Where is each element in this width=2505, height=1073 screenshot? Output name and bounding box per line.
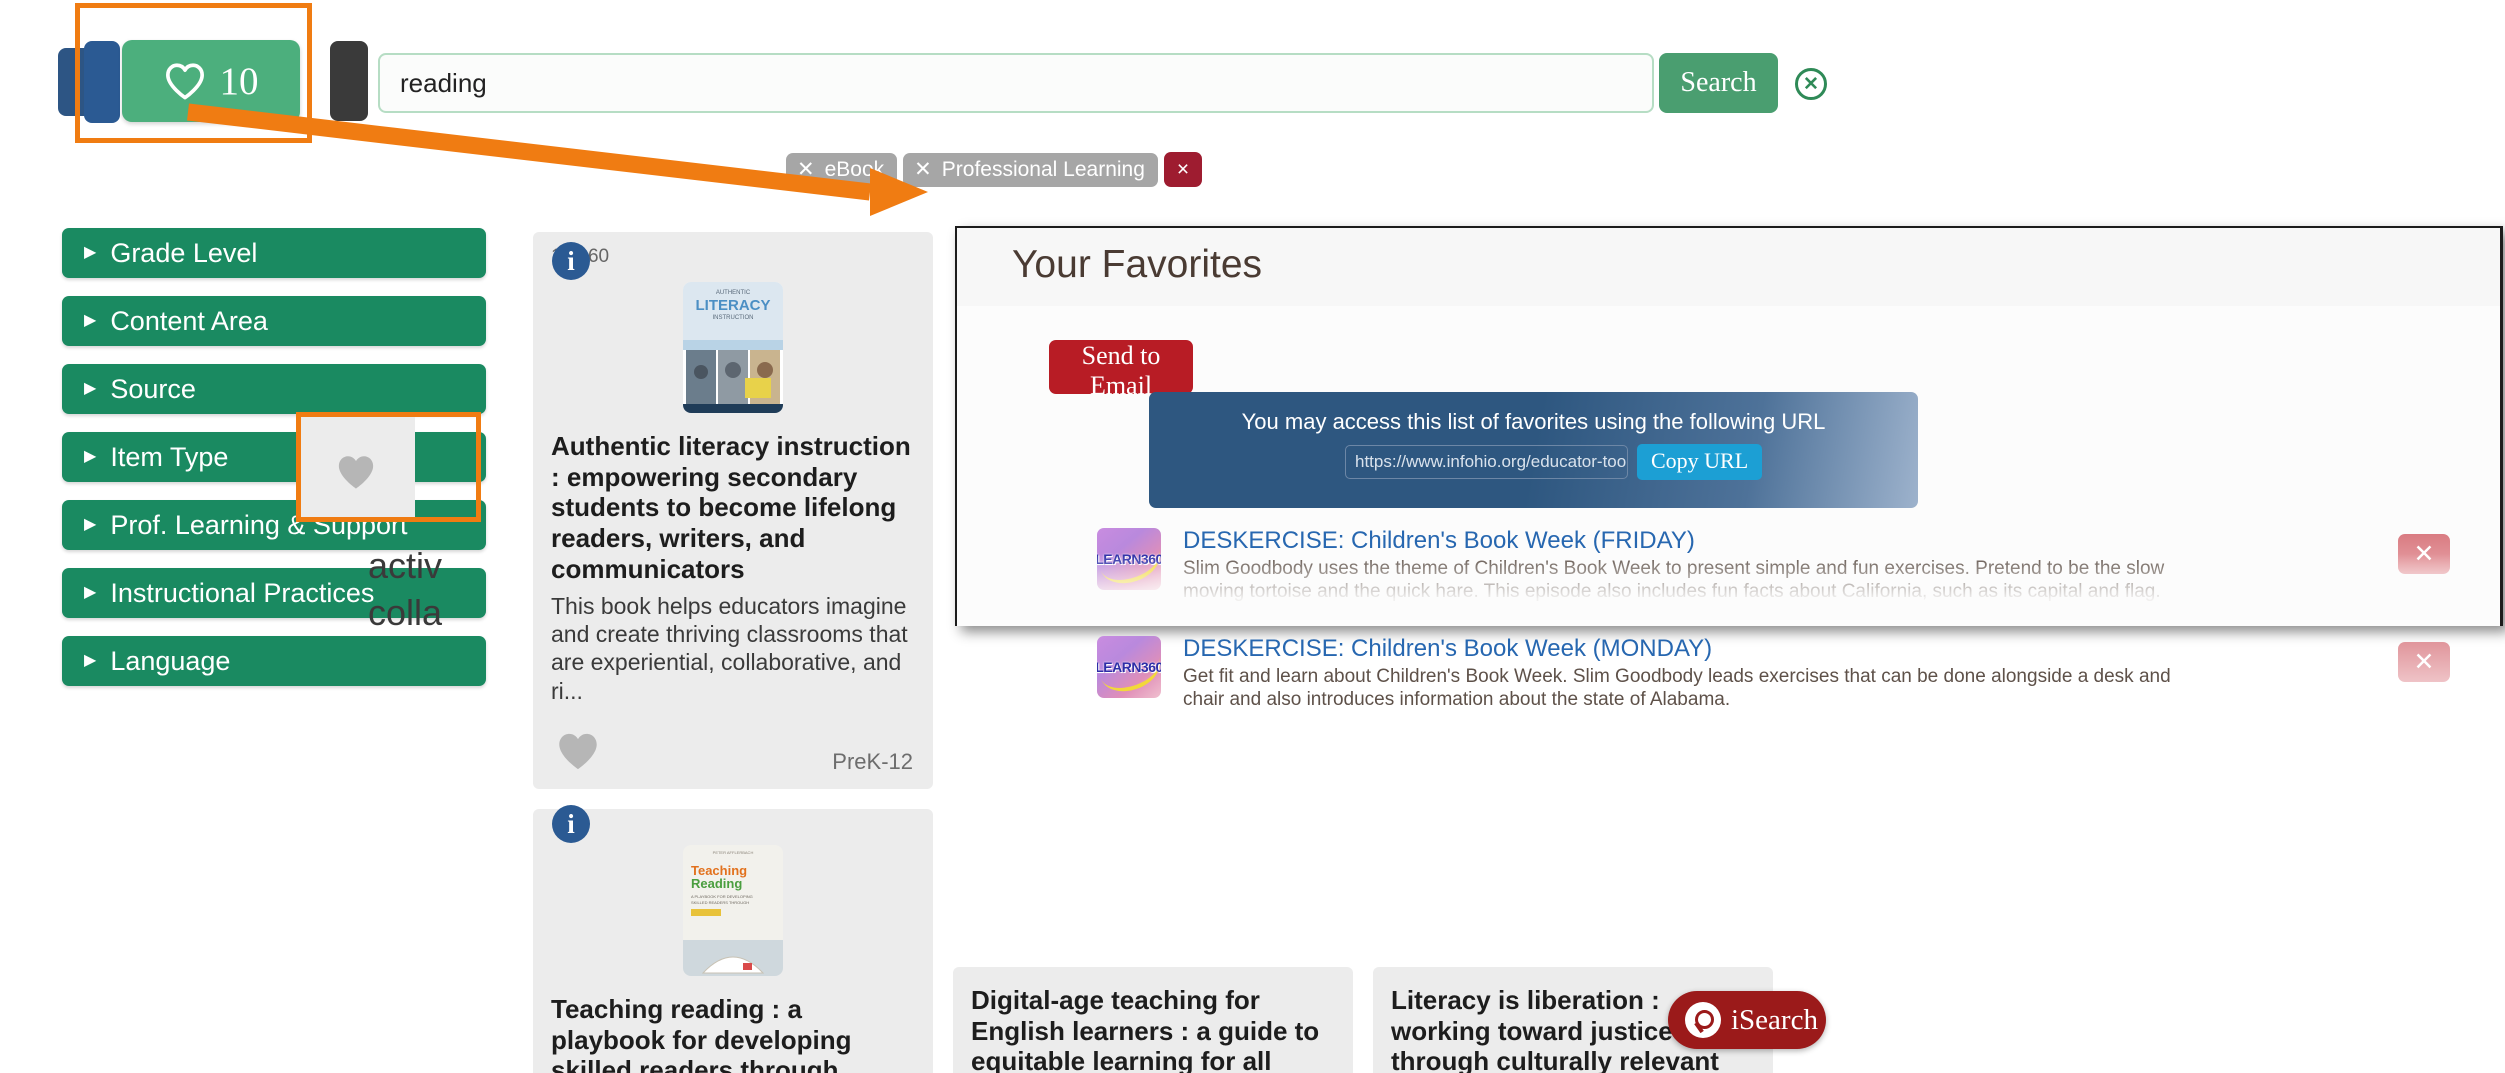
svg-text:SKILLED READERS THROUGH: SKILLED READERS THROUGH	[691, 900, 749, 905]
clear-all-filters-button[interactable]: ×	[1163, 152, 1203, 187]
facet-language[interactable]: ▶ Language	[62, 636, 486, 686]
share-url-row: https://www.infohio.org/educator-tools/?…	[1345, 444, 1763, 480]
result-title[interactable]: Teaching reading : a playbook for develo…	[551, 994, 915, 1073]
result-position: 1 of 60	[551, 246, 610, 267]
share-url-note: You may access this list of favorites us…	[1241, 409, 1826, 434]
facet-label: Content Area	[110, 305, 268, 336]
result-info-icon[interactable]: i	[552, 242, 590, 280]
facet-label: Language	[110, 645, 231, 676]
zoom-overlay-heart-icon[interactable]	[335, 452, 377, 497]
modal-header: Your Favorites	[957, 228, 2500, 306]
svg-text:A PLAYBOOK FOR DEVELOPING: A PLAYBOOK FOR DEVELOPING	[691, 894, 753, 899]
result-title[interactable]: Authentic literacy instruction : empower…	[551, 431, 915, 584]
favorites-modal: Your Favorites Send to Email You may acc…	[955, 226, 2503, 710]
isearch-label: iSearch	[1731, 1003, 1818, 1036]
svg-text:Reading: Reading	[691, 876, 742, 891]
side-tab-blue-inner[interactable]	[84, 41, 120, 123]
facet-item-type[interactable]: ▶ Item Type	[62, 432, 486, 482]
filter-chip[interactable]: ✕ Professional Learning	[903, 152, 1158, 187]
favorite-description: Get fit and learn about Children's Book …	[1183, 666, 2171, 711]
learn360-logo-label: LEARN360	[1097, 551, 1161, 567]
result-info-icon[interactable]: i	[552, 805, 590, 843]
favorite-thumbnail: LEARN360	[1097, 636, 1161, 699]
filter-chip-label: eBook	[824, 157, 885, 181]
favorite-list-item: LEARN360 DESKERCISE: Children's Book Wee…	[957, 628, 2500, 711]
side-tab-dark[interactable]	[330, 41, 368, 121]
result-title[interactable]: Digital-age teaching for English learner…	[971, 985, 1335, 1073]
share-url-panel: You may access this list of favorites us…	[1149, 392, 1918, 508]
zoom-overlay-text-colla: colla	[368, 592, 443, 633]
facet-source[interactable]: ▶ Source	[62, 364, 486, 414]
caret-right-icon: ▶	[84, 448, 97, 465]
facet-label: Instructional Practices	[110, 577, 375, 608]
facet-label: Source	[110, 373, 196, 404]
favorites-count: 10	[219, 59, 259, 103]
facet-prof-learning-support[interactable]: ▶ Prof. Learning & Support	[62, 500, 486, 550]
filter-chip-label: Professional Learning	[941, 157, 1145, 181]
favorites-button[interactable]: 10	[122, 40, 300, 122]
favorite-title-link[interactable]: DESKERCISE: Children's Book Week (MONDAY…	[1183, 635, 2211, 663]
active-filters: ✕ eBook ✕ Professional Learning ×	[786, 152, 1203, 187]
favorite-text: DESKERCISE: Children's Book Week (MONDAY…	[1183, 635, 2211, 711]
book-cover-thumbnail: AUTHENTIC LITERACY INSTRUCTION	[683, 282, 783, 413]
clear-search-icon[interactable]: ✕	[1795, 68, 1827, 100]
copy-url-button[interactable]: Copy URL	[1637, 444, 1763, 480]
favorite-list-item: LEARN360 DESKERCISE: Children's Book Wee…	[957, 520, 2500, 603]
modal-body: Send to Email You may access this list o…	[957, 306, 2500, 710]
caret-right-icon: ▶	[84, 380, 97, 397]
learn360-logo-label: LEARN360	[1097, 659, 1161, 676]
result-card[interactable]: PETER AFFLERBACH Teaching Reading A PLAY…	[533, 809, 933, 1073]
favorite-description: Slim Goodbody uses the theme of Children…	[1183, 557, 2165, 603]
modal-title: Your Favorites	[1012, 243, 1263, 286]
book-cover-thumbnail: PETER AFFLERBACH Teaching Reading A PLAY…	[683, 845, 783, 976]
send-to-email-button[interactable]: Send to Email	[1049, 340, 1193, 400]
result-description: This book helps educators imagine and cr…	[551, 593, 908, 704]
heart-icon	[164, 61, 206, 101]
share-url-field[interactable]: https://www.infohio.org/educator-tools/?…	[1345, 445, 1628, 479]
caret-right-icon: ▶	[84, 652, 97, 669]
result-grade-level: PreK-12	[832, 749, 913, 774]
remove-favorite-button[interactable]: ✕	[2398, 534, 2450, 574]
svg-text:AUTHENTIC: AUTHENTIC	[716, 290, 751, 296]
favorite-toggle-icon[interactable]	[555, 730, 601, 777]
search-input[interactable]	[378, 53, 1654, 113]
facet-label: Item Type	[110, 441, 229, 472]
search-button[interactable]: Search	[1659, 53, 1778, 113]
isearch-badge[interactable]: iSearch	[1668, 991, 1826, 1049]
x-icon: ✕	[797, 157, 815, 181]
facet-grade-level[interactable]: ▶ Grade Level	[62, 228, 486, 278]
favorite-text: DESKERCISE: Children's Book Week (FRIDAY…	[1183, 527, 2211, 603]
caret-right-icon: ▶	[84, 244, 97, 261]
facet-label: Grade Level	[110, 237, 258, 268]
caret-right-icon: ▶	[84, 312, 97, 329]
result-card[interactable]: Digital-age teaching for English learner…	[953, 967, 1353, 1073]
svg-text:INSTRUCTION: INSTRUCTION	[713, 315, 754, 321]
x-icon: ✕	[914, 157, 932, 181]
filter-chip[interactable]: ✕ eBook	[786, 152, 898, 187]
caret-right-icon: ▶	[84, 516, 97, 533]
svg-text:PETER AFFLERBACH: PETER AFFLERBACH	[713, 850, 754, 855]
caret-right-icon: ▶	[84, 584, 97, 601]
favorite-thumbnail: LEARN360	[1097, 528, 1161, 590]
result-card[interactable]: 1 of 60 AUTHENTIC LITERACY INSTRUCTION	[533, 232, 933, 789]
svg-text:LITERACY: LITERACY	[696, 297, 771, 314]
magnifier-icon	[1685, 1002, 1721, 1038]
favorite-title-link[interactable]: DESKERCISE: Children's Book Week (FRIDAY…	[1183, 527, 2211, 555]
favorites-list: LEARN360 DESKERCISE: Children's Book Wee…	[957, 520, 2500, 711]
remove-favorite-button[interactable]: ✕	[2398, 642, 2450, 683]
app-root: 10 Search ✕ ✕ eBook ✕ Professional Learn…	[0, 0, 2505, 1073]
zoom-overlay-text-activ: activ	[368, 545, 443, 586]
facet-content-area[interactable]: ▶ Content Area	[62, 296, 486, 346]
